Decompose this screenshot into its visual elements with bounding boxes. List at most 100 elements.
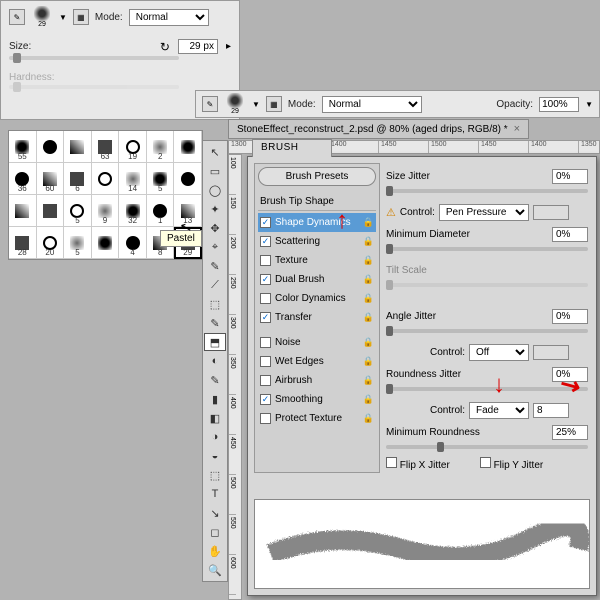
brush-preset-cell[interactable] <box>92 227 120 259</box>
brush-preset-cell[interactable]: 60 <box>37 163 65 195</box>
lock-icon[interactable]: 🔒 <box>363 356 374 367</box>
checkbox[interactable] <box>260 356 271 367</box>
brush-panel-toggle-icon[interactable]: ▦ <box>266 96 282 112</box>
tool-button[interactable]: ⬚ <box>204 466 226 484</box>
tool-button[interactable]: ◯ <box>204 181 226 199</box>
tool-button[interactable]: ↘ <box>204 504 226 522</box>
checkbox[interactable] <box>260 375 271 386</box>
tool-button[interactable]: ✎ <box>204 257 226 275</box>
lock-icon[interactable]: 🔒 <box>363 394 374 405</box>
size-slider[interactable] <box>9 56 179 60</box>
brush-size-input[interactable] <box>178 39 218 54</box>
checkbox[interactable]: ✓ <box>260 274 271 285</box>
brush-option-smoothing[interactable]: ✓Smoothing🔒 <box>258 390 376 409</box>
min-roundness-input[interactable] <box>552 425 588 440</box>
lock-icon[interactable]: 🔒 <box>363 312 374 323</box>
checkbox[interactable] <box>260 413 271 424</box>
lock-icon[interactable]: 🔒 <box>363 375 374 386</box>
tool-button[interactable]: ↖ <box>204 143 226 161</box>
tool-button[interactable]: ✋ <box>204 542 226 560</box>
tool-button[interactable]: ✦ <box>204 200 226 218</box>
tool-button[interactable]: ▮ <box>204 390 226 408</box>
angle-jitter-input[interactable] <box>552 309 588 324</box>
tool-button[interactable]: ✎ <box>204 314 226 332</box>
brush-option-texture[interactable]: Texture🔒 <box>258 251 376 270</box>
blend-mode-select[interactable]: Normal <box>129 9 209 26</box>
tool-button[interactable]: 🔍 <box>204 561 226 579</box>
brush-preset-cell[interactable] <box>37 131 65 163</box>
brush-preview-swatch[interactable]: 29 <box>224 93 246 115</box>
lock-icon[interactable]: 🔒 <box>363 337 374 348</box>
tool-button[interactable]: ✥ <box>204 219 226 237</box>
angle-control-select[interactable]: Off <box>469 344 529 361</box>
brush-preset-cell[interactable] <box>174 163 202 195</box>
brush-preset-cell[interactable]: 55 <box>9 131 37 163</box>
brush-preset-cell[interactable]: 36 <box>9 163 37 195</box>
reset-size-icon[interactable]: ↻ <box>160 40 170 54</box>
brush-option-airbrush[interactable]: Airbrush🔒 <box>258 371 376 390</box>
lock-icon[interactable]: 🔒 <box>363 236 374 247</box>
brush-option-wet-edges[interactable]: Wet Edges🔒 <box>258 352 376 371</box>
min-diameter-slider[interactable] <box>386 247 588 251</box>
brush-preset-cell[interactable] <box>37 195 65 227</box>
brush-preset-cell[interactable]: 1 <box>147 195 175 227</box>
size-jitter-input[interactable] <box>552 169 588 184</box>
brush-preset-cell[interactable]: 5 <box>147 163 175 195</box>
flyout-arrow-icon[interactable]: ▸ <box>226 41 231 52</box>
min-diameter-input[interactable] <box>552 227 588 242</box>
tool-button[interactable]: ⬚ <box>204 295 226 313</box>
tool-button[interactable]: ◐ <box>204 352 226 370</box>
tool-preset-icon[interactable]: ✎ <box>9 9 25 25</box>
brush-preset-cell[interactable]: 28 <box>9 227 37 259</box>
angle-jitter-slider[interactable] <box>386 329 588 333</box>
brush-option-dual-brush[interactable]: ✓Dual Brush🔒 <box>258 270 376 289</box>
blend-mode-select[interactable]: Normal <box>322 96 422 113</box>
brush-preset-cell[interactable]: 63 <box>92 131 120 163</box>
brush-preset-cell[interactable]: 9 <box>92 195 120 227</box>
tool-button[interactable]: ◑ <box>204 428 226 446</box>
brush-presets-button[interactable]: Brush Presets <box>258 167 376 186</box>
brush-preset-cell[interactable]: 5 <box>64 227 92 259</box>
brush-preset-cell[interactable]: 5 <box>64 195 92 227</box>
brush-preset-cell[interactable] <box>174 131 202 163</box>
checkbox[interactable] <box>260 293 271 304</box>
brush-option-scattering[interactable]: ✓Scattering🔒 <box>258 232 376 251</box>
brush-preview-swatch[interactable]: 29 <box>31 6 53 28</box>
flip-y-checkbox[interactable]: Flip Y Jitter <box>480 457 543 471</box>
roundness-control-select[interactable]: Fade <box>469 402 529 419</box>
checkbox[interactable]: ✓ <box>260 217 271 228</box>
min-roundness-slider[interactable] <box>386 445 588 449</box>
opacity-input[interactable] <box>539 97 579 112</box>
brush-preset-cell[interactable]: 6 <box>64 163 92 195</box>
brush-option-noise[interactable]: Noise🔒 <box>258 333 376 352</box>
tool-button[interactable]: ⟋ <box>204 276 226 294</box>
dropdown-arrow-icon[interactable]: ▼ <box>252 100 260 109</box>
brush-preset-cell[interactable] <box>64 131 92 163</box>
dropdown-arrow-icon[interactable]: ▼ <box>59 13 67 22</box>
tool-button[interactable]: ◧ <box>204 409 226 427</box>
tool-button[interactable]: ⬒ <box>204 333 226 351</box>
flip-x-checkbox[interactable]: Flip X Jitter <box>386 457 450 471</box>
tool-preset-icon[interactable]: ✎ <box>202 96 218 112</box>
brush-panel-tab[interactable]: BRUSH <box>252 139 332 157</box>
brush-preset-cell[interactable]: 19 <box>119 131 147 163</box>
checkbox[interactable]: ✓ <box>260 394 271 405</box>
lock-icon[interactable]: 🔒 <box>363 413 374 424</box>
checkbox[interactable]: ✓ <box>260 312 271 323</box>
checkbox[interactable] <box>260 255 271 266</box>
lock-icon[interactable]: 🔒 <box>363 255 374 266</box>
brush-preset-cell[interactable]: 4 <box>119 227 147 259</box>
tool-button[interactable]: ⌖ <box>204 238 226 256</box>
size-control-select[interactable]: Pen Pressure <box>439 204 529 221</box>
checkbox[interactable]: ✓ <box>260 236 271 247</box>
tool-button[interactable]: T <box>204 485 226 503</box>
tool-button[interactable]: ✎ <box>204 371 226 389</box>
tool-button[interactable]: ◒ <box>204 447 226 465</box>
brush-panel-toggle-icon[interactable]: ▦ <box>73 9 89 25</box>
lock-icon[interactable]: 🔒 <box>363 293 374 304</box>
tool-button[interactable]: ▭ <box>204 162 226 180</box>
brush-option-protect-texture[interactable]: Protect Texture🔒 <box>258 409 376 428</box>
brush-preset-cell[interactable]: 14 <box>119 163 147 195</box>
brush-preset-cell[interactable] <box>9 195 37 227</box>
brush-option-color-dynamics[interactable]: Color Dynamics🔒 <box>258 289 376 308</box>
